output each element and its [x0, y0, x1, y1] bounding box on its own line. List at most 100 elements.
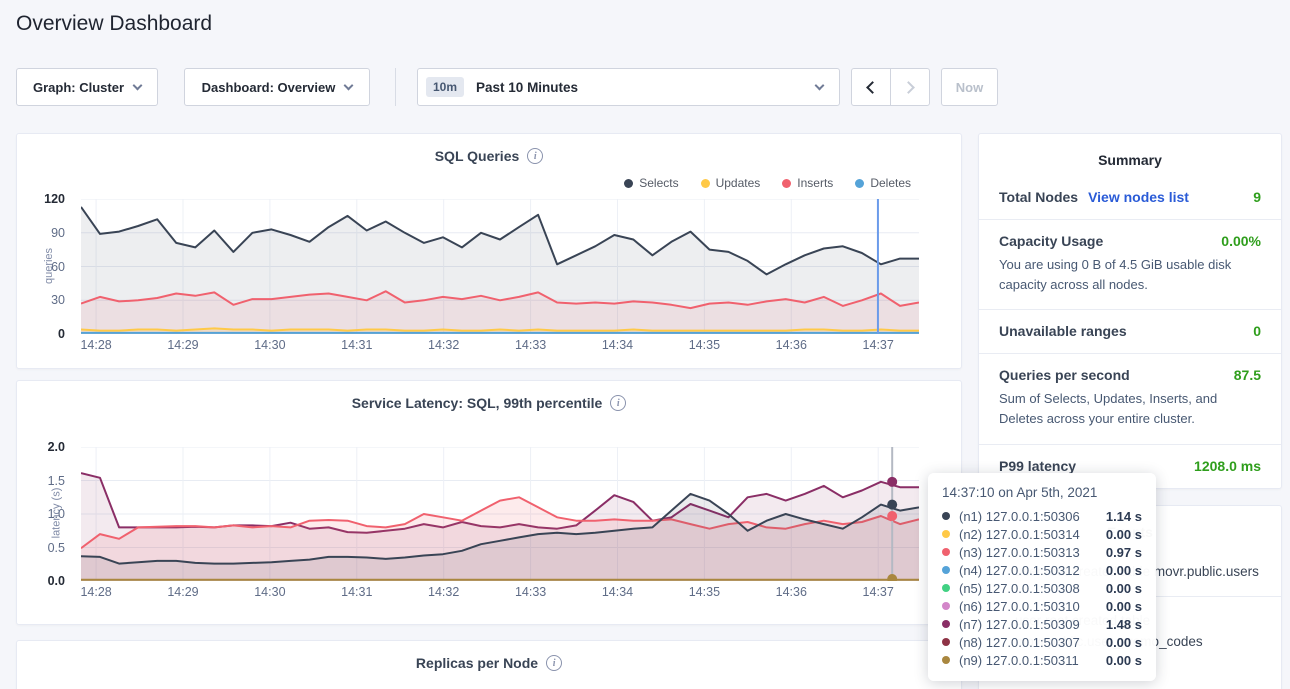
legend-item-selects[interactable]: Selects: [624, 176, 678, 190]
x-tick-label: 14:33: [515, 338, 546, 352]
unavailable-ranges-value: 0: [1253, 323, 1261, 339]
x-tick-label: 14:29: [167, 585, 198, 599]
time-prev-button[interactable]: [851, 68, 891, 106]
tooltip-node-row: (n8) 127.0.0.1:503070.00 s: [942, 633, 1142, 651]
summary-title: Summary: [979, 134, 1281, 176]
tooltip-node-row: (n5) 127.0.0.1:503080.00 s: [942, 579, 1142, 597]
legend-dot-icon: [855, 179, 864, 188]
time-next-button[interactable]: [890, 68, 930, 106]
x-tick-label: 14:28: [80, 338, 111, 352]
x-tick-label: 14:35: [689, 338, 720, 352]
controls-divider: [395, 68, 396, 106]
tooltip-node-row: (n6) 127.0.0.1:503100.00 s: [942, 597, 1142, 615]
chevron-down-icon: [133, 80, 143, 90]
info-icon[interactable]: [527, 148, 543, 164]
tooltip-node-row: (n7) 127.0.0.1:503091.48 s: [942, 615, 1142, 633]
time-range-badge: 10m: [426, 77, 464, 97]
y-tick-label: 60: [51, 260, 65, 274]
chevron-down-icon: [815, 80, 825, 90]
x-axis-ticks: 14:28 14:29 14:30 14:31 14:32 14:33 14:34 14:35…: [81, 338, 919, 356]
tooltip-node-row: (n3) 127.0.0.1:503130.97 s: [942, 543, 1142, 561]
unavailable-ranges-label: Unavailable ranges: [999, 323, 1127, 339]
dashboard-dropdown-label: Dashboard: Overview: [202, 80, 336, 95]
x-tick-label: 14:36: [776, 338, 807, 352]
tooltip-node-row: (n4) 127.0.0.1:503120.00 s: [942, 561, 1142, 579]
node-color-dot-icon: [942, 566, 950, 574]
p99-latency-label: P99 latency: [999, 458, 1076, 474]
sql-queries-legend: Selects Updates Inserts Deletes: [624, 176, 911, 190]
sql-queries-title: SQL Queries: [435, 148, 520, 164]
info-icon[interactable]: [610, 395, 626, 411]
chevron-left-icon: [866, 81, 879, 94]
dashboard-dropdown[interactable]: Dashboard: Overview: [184, 68, 370, 106]
queries-per-second-description: Sum of Selects, Updates, Inserts, and De…: [999, 389, 1261, 429]
y-axis-ticks: 0306090120: [17, 199, 73, 334]
x-tick-label: 14:35: [689, 585, 720, 599]
x-tick-label: 14:37: [863, 338, 894, 352]
y-axis-ticks: 0.00.51.01.52.0: [17, 447, 73, 581]
node-color-dot-icon: [942, 530, 950, 538]
service-latency-title: Service Latency: SQL, 99th percentile: [352, 395, 603, 411]
legend-item-inserts[interactable]: Inserts: [782, 176, 833, 190]
graph-dropdown-label: Graph: Cluster: [33, 80, 124, 95]
total-nodes-label: Total Nodes: [999, 189, 1078, 205]
service-latency-card: Service Latency: SQL, 99th percentile la…: [16, 380, 962, 625]
tooltip-rows: (n1) 127.0.0.1:503061.14 s(n2) 127.0.0.1…: [942, 507, 1142, 669]
x-tick-label: 14:36: [776, 585, 807, 599]
replicas-per-node-card: Replicas per Node: [16, 640, 962, 689]
capacity-usage-description: You are using 0 B of 4.5 GiB usable disk…: [999, 255, 1261, 295]
x-tick-label: 14:37: [863, 585, 894, 599]
legend-item-deletes[interactable]: Deletes: [855, 176, 911, 190]
y-tick-label: 0: [58, 327, 65, 341]
chevron-right-icon: [902, 81, 915, 94]
node-color-dot-icon: [942, 656, 950, 664]
x-tick-label: 14:29: [167, 338, 198, 352]
tooltip-node-row: (n2) 127.0.0.1:503140.00 s: [942, 525, 1142, 543]
chevron-down-icon: [344, 80, 354, 90]
x-tick-label: 14:32: [428, 585, 459, 599]
chart-hover-tooltip: 14:37:10 on Apr 5th, 2021 (n1) 127.0.0.1…: [928, 473, 1156, 681]
x-tick-label: 14:31: [341, 585, 372, 599]
x-tick-label: 14:33: [515, 585, 546, 599]
x-tick-label: 14:30: [254, 338, 285, 352]
node-color-dot-icon: [942, 584, 950, 592]
legend-item-updates[interactable]: Updates: [701, 176, 761, 190]
y-tick-label: 120: [44, 192, 65, 206]
p99-latency-value: 1208.0 ms: [1194, 458, 1261, 474]
page-title: Overview Dashboard: [16, 12, 212, 36]
service-latency-plot[interactable]: [81, 447, 919, 581]
graph-dropdown[interactable]: Graph: Cluster: [16, 68, 158, 106]
x-axis-ticks: 14:2814:2914:3014:3114:3214:3314:3414:35…: [81, 585, 919, 603]
x-tick-label: 14:31: [341, 338, 372, 352]
total-nodes-value: 9: [1253, 189, 1261, 205]
capacity-usage-label: Capacity Usage: [999, 233, 1103, 249]
tooltip-node-row: (n9) 127.0.0.1:503110.00 s: [942, 651, 1142, 669]
x-tick-label: 14:34: [602, 338, 633, 352]
legend-dot-icon: [624, 179, 633, 188]
x-tick-label: 14:28: [80, 585, 111, 599]
capacity-usage-value: 0.00%: [1221, 233, 1261, 249]
y-tick-label: 1.5: [48, 474, 65, 488]
info-icon[interactable]: [546, 655, 562, 671]
replicas-per-node-title: Replicas per Node: [416, 655, 538, 671]
view-nodes-list-link[interactable]: View nodes list: [1088, 189, 1189, 205]
time-range-label: Past 10 Minutes: [476, 80, 578, 95]
tooltip-node-row: (n1) 127.0.0.1:503061.14 s: [942, 507, 1142, 525]
node-color-dot-icon: [942, 602, 950, 610]
sql-queries-card: SQL Queries Selects Updates Inserts Deletes…: [16, 133, 962, 369]
x-tick-label: 14:32: [428, 338, 459, 352]
now-button[interactable]: Now: [941, 68, 998, 106]
y-tick-label: 0.5: [48, 541, 65, 555]
tooltip-timestamp: 14:37:10 on Apr 5th, 2021: [942, 485, 1142, 500]
y-tick-label: 2.0: [48, 440, 65, 454]
time-range-dropdown[interactable]: 10m Past 10 Minutes: [417, 68, 840, 106]
y-tick-label: 1.0: [48, 507, 65, 521]
queries-per-second-value: 87.5: [1234, 367, 1261, 383]
node-color-dot-icon: [942, 638, 950, 646]
sql-queries-plot[interactable]: [81, 199, 919, 334]
legend-dot-icon: [782, 179, 791, 188]
y-tick-label: 0.0: [48, 574, 65, 588]
node-color-dot-icon: [942, 620, 950, 628]
x-tick-label: 14:30: [254, 585, 285, 599]
node-color-dot-icon: [942, 548, 950, 556]
